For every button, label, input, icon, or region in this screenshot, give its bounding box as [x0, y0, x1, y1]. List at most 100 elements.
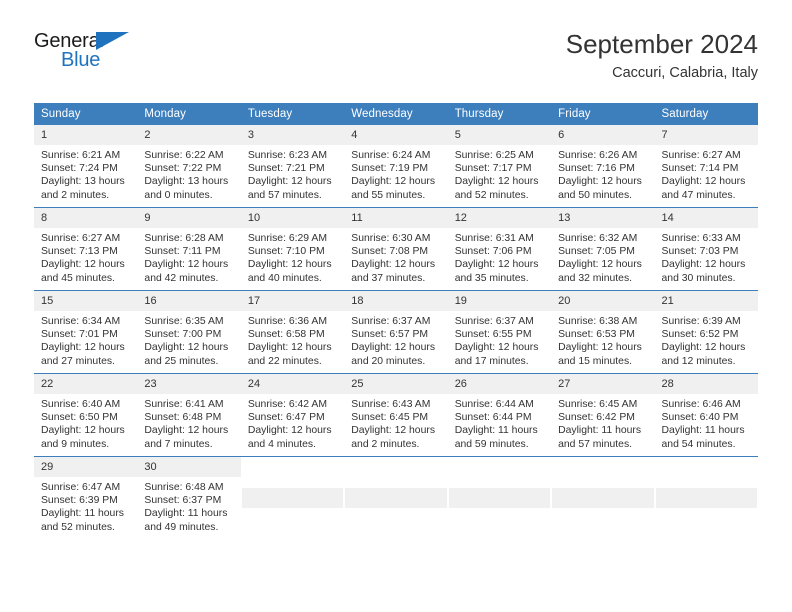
day-number: 10 [240, 208, 345, 228]
weekday-header-saturday: Saturday [654, 103, 758, 125]
daylight-text-line1: Daylight: 11 hours [558, 425, 642, 437]
calendar-day-cell[interactable]: 3 Sunrise: 6:23 AM Sunset: 7:21 PM Daylight… [240, 125, 345, 208]
day-number: 13 [551, 208, 655, 228]
sunrise-text: Sunrise: 6:32 AM [558, 233, 638, 244]
calendar-day-cell[interactable]: 14 Sunrise: 6:33 AM Sunset: 7:03 PM Dayligh… [654, 207, 758, 291]
calendar-day-cell[interactable]: 21 Sunrise: 6:39 AM Sunset: 6:52 PM Dayligh… [654, 290, 758, 374]
sunrise-text: Sunrise: 6:25 AM [454, 150, 534, 161]
sunset-text: Sunset: 7:19 PM [351, 163, 429, 175]
daylight-text-line1: Daylight: 11 hours [454, 425, 538, 437]
title-block: September 2024 Caccuri, Calabria, Italy [149, 28, 758, 84]
weekday-header-row: Sunday Monday Tuesday Wednesday Thursday… [34, 103, 758, 125]
sunrise-text: Sunrise: 6:37 AM [351, 316, 431, 327]
generalblue-logo[interactable]: General Blue [34, 28, 149, 74]
daylight-text-line1: Daylight: 11 hours [41, 508, 124, 520]
day-number: 12 [447, 208, 552, 228]
page-title: September 2024 [565, 29, 758, 59]
daylight-text-line2: and 55 minutes. [351, 189, 426, 201]
sunset-text: Sunset: 7:11 PM [144, 246, 221, 258]
day-number: 30 [137, 457, 241, 477]
calendar-day-cell[interactable]: 5 Sunrise: 6:25 AM Sunset: 7:17 PM Daylight… [447, 125, 552, 208]
calendar-day-cell[interactable]: 16 Sunrise: 6:35 AM Sunset: 7:00 PM Dayligh… [137, 290, 241, 374]
calendar-day-cell[interactable]: 26 Sunrise: 6:44 AM Sunset: 6:44 PM Dayligh… [447, 373, 552, 457]
sunset-text: Sunset: 6:48 PM [144, 412, 222, 424]
daylight-text-line1: Daylight: 12 hours [661, 342, 746, 354]
sunset-text: Sunset: 7:16 PM [558, 163, 635, 175]
calendar-day-cell[interactable]: 15 Sunrise: 6:34 AM Sunset: 7:01 PM Dayligh… [34, 290, 138, 374]
sunset-text: Sunset: 7:05 PM [558, 246, 635, 258]
sunset-text: Sunset: 7:22 PM [144, 163, 222, 175]
calendar-day-cell[interactable]: 30 Sunrise: 6:48 AM Sunset: 6:37 PM Dayligh… [137, 456, 241, 539]
calendar-empty-cell [344, 456, 448, 539]
sunrise-text: Sunrise: 6:45 AM [558, 399, 638, 410]
daylight-text-line2: and 47 minutes. [661, 189, 736, 201]
sunrise-text: Sunrise: 6:21 AM [41, 150, 121, 161]
daylight-text-line2: and 42 minutes. [144, 272, 219, 284]
weekday-header-tuesday: Tuesday [240, 103, 345, 125]
logo-text-blue: Blue [61, 49, 101, 71]
day-number: 28 [654, 374, 758, 394]
empty-daynum-band [448, 488, 551, 508]
calendar-day-cell[interactable]: 10 Sunrise: 6:29 AM Sunset: 7:10 PM Dayligh… [240, 207, 345, 291]
calendar-day-cell[interactable]: 29 Sunrise: 6:47 AM Sunset: 6:39 PM Dayligh… [34, 456, 138, 539]
daylight-text-line2: and 50 minutes. [558, 189, 633, 201]
day-details: Sunrise: 6:43 AM Sunset: 6:45 PM Daylight:… [344, 394, 447, 451]
daylight-text-line2: and 57 minutes. [247, 189, 322, 201]
daylight-text-line1: Daylight: 12 hours [247, 425, 332, 437]
calendar-day-cell[interactable]: 2 Sunrise: 6:22 AM Sunset: 7:22 PM Daylight… [137, 125, 241, 208]
calendar-day-cell[interactable]: 1 Sunrise: 6:21 AM Sunset: 7:24 PM Daylight… [34, 125, 138, 208]
day-details: Sunrise: 6:40 AM Sunset: 6:50 PM Daylight:… [34, 394, 137, 451]
sunset-text: Sunset: 7:21 PM [247, 163, 325, 175]
calendar-day-cell[interactable]: 22 Sunrise: 6:40 AM Sunset: 6:50 PM Dayligh… [34, 373, 138, 457]
calendar-day-cell[interactable]: 28 Sunrise: 6:46 AM Sunset: 6:40 PM Dayligh… [654, 373, 758, 457]
daylight-text-line2: and 9 minutes. [41, 438, 110, 450]
day-details: Sunrise: 6:37 AM Sunset: 6:57 PM Daylight:… [344, 311, 447, 368]
calendar-day-cell[interactable]: 4 Sunrise: 6:24 AM Sunset: 7:19 PM Daylight… [344, 125, 448, 208]
sunrise-text: Sunrise: 6:39 AM [661, 316, 741, 327]
day-details: Sunrise: 6:27 AM Sunset: 7:14 PM Daylight:… [655, 145, 758, 202]
sunset-text: Sunset: 7:08 PM [351, 246, 429, 258]
daylight-text-line2: and 30 minutes. [661, 272, 736, 284]
daylight-text-line1: Daylight: 12 hours [41, 342, 125, 354]
sunset-text: Sunset: 6:57 PM [351, 329, 429, 341]
calendar-day-cell[interactable]: 19 Sunrise: 6:37 AM Sunset: 6:55 PM Dayligh… [447, 290, 552, 374]
day-details: Sunrise: 6:47 AM Sunset: 6:39 PM Daylight:… [34, 477, 137, 534]
calendar-day-cell[interactable]: 11 Sunrise: 6:30 AM Sunset: 7:08 PM Dayligh… [344, 207, 448, 291]
calendar-day-cell[interactable]: 18 Sunrise: 6:37 AM Sunset: 6:57 PM Dayligh… [344, 290, 448, 374]
day-number: 1 [34, 125, 138, 145]
sunset-text: Sunset: 7:03 PM [661, 246, 739, 258]
sunrise-text: Sunrise: 6:48 AM [144, 482, 224, 493]
empty-daynum-band [655, 488, 757, 508]
daylight-text-line1: Daylight: 12 hours [558, 176, 642, 188]
sunset-text: Sunset: 6:47 PM [247, 412, 325, 424]
daylight-text-line1: Daylight: 12 hours [661, 176, 746, 188]
sunrise-text: Sunrise: 6:41 AM [144, 399, 224, 410]
calendar-day-cell[interactable]: 9 Sunrise: 6:28 AM Sunset: 7:11 PM Daylight… [137, 207, 241, 291]
sunset-text: Sunset: 6:44 PM [454, 412, 532, 424]
sunrise-text: Sunrise: 6:35 AM [144, 316, 224, 327]
calendar-day-cell[interactable]: 23 Sunrise: 6:41 AM Sunset: 6:48 PM Dayligh… [137, 373, 241, 457]
calendar-day-cell[interactable]: 27 Sunrise: 6:45 AM Sunset: 6:42 PM Dayligh… [551, 373, 655, 457]
sunrise-text: Sunrise: 6:42 AM [247, 399, 327, 410]
day-details: Sunrise: 6:32 AM Sunset: 7:05 PM Daylight:… [551, 228, 654, 285]
calendar-day-cell[interactable]: 8 Sunrise: 6:27 AM Sunset: 7:13 PM Daylight… [34, 207, 138, 291]
sunset-text: Sunset: 6:58 PM [247, 329, 325, 341]
calendar-day-cell[interactable]: 17 Sunrise: 6:36 AM Sunset: 6:58 PM Dayligh… [240, 290, 345, 374]
daylight-text-line2: and 0 minutes. [144, 189, 213, 201]
daylight-text-line1: Daylight: 12 hours [558, 342, 642, 354]
sunrise-text: Sunrise: 6:27 AM [41, 233, 121, 244]
day-number: 25 [344, 374, 448, 394]
day-details: Sunrise: 6:21 AM Sunset: 7:24 PM Daylight:… [34, 145, 137, 202]
calendar-day-cell[interactable]: 7 Sunrise: 6:27 AM Sunset: 7:14 PM Daylight… [654, 125, 758, 208]
calendar-day-cell[interactable]: 24 Sunrise: 6:42 AM Sunset: 6:47 PM Dayligh… [240, 373, 345, 457]
calendar-day-cell[interactable]: 20 Sunrise: 6:38 AM Sunset: 6:53 PM Dayligh… [551, 290, 655, 374]
day-number: 5 [447, 125, 552, 145]
calendar-day-cell[interactable]: 12 Sunrise: 6:31 AM Sunset: 7:06 PM Dayligh… [447, 207, 552, 291]
day-details: Sunrise: 6:37 AM Sunset: 6:55 PM Daylight:… [448, 311, 551, 368]
calendar-day-cell[interactable]: 6 Sunrise: 6:26 AM Sunset: 7:16 PM Daylight… [551, 125, 655, 208]
day-details: Sunrise: 6:45 AM Sunset: 6:42 PM Daylight:… [551, 394, 654, 451]
day-details: Sunrise: 6:33 AM Sunset: 7:03 PM Daylight:… [655, 228, 758, 285]
daylight-text-line2: and 57 minutes. [558, 438, 633, 450]
calendar-day-cell[interactable]: 25 Sunrise: 6:43 AM Sunset: 6:45 PM Dayligh… [344, 373, 448, 457]
calendar-day-cell[interactable]: 13 Sunrise: 6:32 AM Sunset: 7:05 PM Dayligh… [551, 207, 655, 291]
